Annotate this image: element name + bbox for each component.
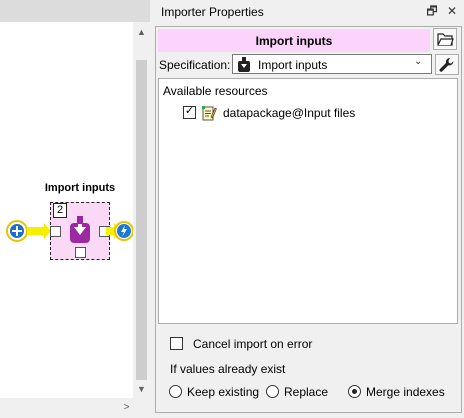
node-title: Import inputs [44,182,116,194]
outgoing-link[interactable] [106,217,136,248]
cancel-on-error-row[interactable]: Cancel import on error [170,336,370,352]
design-view: Import inputs 2 ▲ ▼ > [0,0,150,418]
scroll-up-arrow-icon[interactable]: ▲ [133,24,150,41]
close-icon[interactable]: ✕ [444,3,460,19]
resource-label: datapackage@Input files [223,106,356,120]
radio-selected-dot [352,389,357,394]
resource-item[interactable]: ✓ datapackage@Input files [183,105,443,121]
edit-specification-button[interactable] [435,54,459,75]
specification-row: Specification: Import inputs ⌄ [158,54,461,76]
radio-replace-label[interactable]: Replace [284,385,328,399]
node-execution-badge: 2 [53,203,67,218]
importer-icon [237,57,251,76]
existing-values-options: Keep existing Replace Merge indexes [169,384,459,400]
dock-title: Importer Properties [161,5,264,19]
node-port-bottom[interactable] [75,247,86,258]
wrench-icon [439,57,454,72]
importer-icon [68,215,92,248]
dock-titlebar[interactable]: Importer Properties 🗗 ✕ [152,0,464,24]
available-resources-tree[interactable]: Available resources ✓ datapackage@Input … [158,78,458,324]
item-name-bar: Import inputs [158,29,430,52]
dock-content: Import inputs Specification: Import inpu… [155,26,462,413]
design-view-header [0,0,150,23]
item-name: Import inputs [255,34,333,48]
importer-node[interactable]: 2 [50,202,110,260]
resources-header: Available resources [163,84,268,98]
specification-select[interactable]: Import inputs ⌄ [232,54,432,74]
vertical-scrollbar[interactable]: ▲ ▼ [133,22,150,398]
chevron-down-icon: ⌄ [414,56,423,67]
radio-replace[interactable] [266,385,279,398]
open-folder-button[interactable] [433,28,457,50]
radio-merge-indexes[interactable] [348,385,361,398]
cancel-on-error-checkbox[interactable] [170,337,183,350]
incoming-link[interactable] [0,217,52,248]
vertical-scroll-thumb[interactable] [136,60,147,380]
design-canvas[interactable]: Import inputs 2 [0,22,136,398]
resource-checkbox[interactable]: ✓ [183,105,196,119]
scroll-right-arrow-icon[interactable]: > [118,398,135,418]
scroll-down-arrow-icon[interactable]: ▼ [133,381,150,398]
cancel-on-error-label: Cancel import on error [193,337,313,351]
specification-label: Specification: [159,58,231,72]
specification-value: Import inputs [258,58,328,72]
checkmark-icon: ✓ [184,105,195,117]
radio-merge-indexes-label[interactable]: Merge indexes [366,385,445,399]
horizontal-scrollbar[interactable]: > [0,398,150,418]
radio-keep-existing[interactable] [169,385,182,398]
open-folder-icon [437,33,454,46]
datapackage-icon [201,105,217,124]
node-port-left[interactable] [50,226,61,237]
importer-properties-dock: Importer Properties 🗗 ✕ Import inputs Sp… [152,0,464,418]
existing-values-label: If values already exist [170,362,286,376]
float-window-icon[interactable]: 🗗 [424,3,440,19]
radio-keep-existing-label[interactable]: Keep existing [187,385,259,399]
